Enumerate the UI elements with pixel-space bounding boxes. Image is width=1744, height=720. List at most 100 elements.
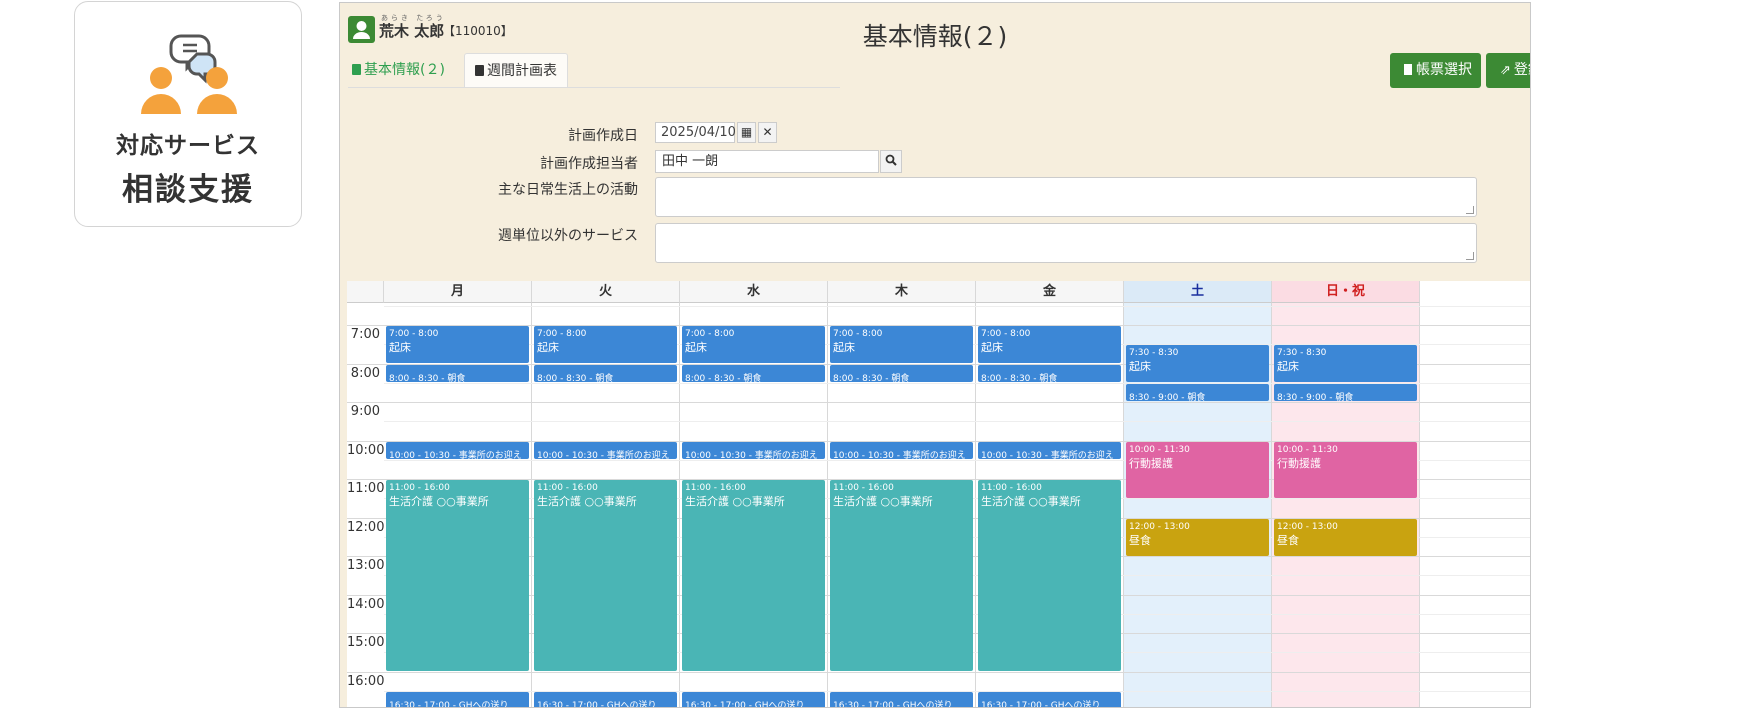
time-label: 14:00	[347, 597, 385, 612]
calendar-event[interactable]: 8:00 - 8:30 - 朝食	[978, 365, 1121, 382]
calendar-event[interactable]: 7:00 - 8:00 起床	[534, 326, 677, 363]
event-label: 8:30 - 9:00 - 朝食	[1129, 393, 1206, 401]
calendar-corner	[347, 281, 384, 303]
calendar-event[interactable]: 10:00 - 11:30 行動援護	[1126, 442, 1269, 498]
event-time: 7:00 - 8:00	[685, 329, 735, 339]
file-icon	[1404, 64, 1412, 75]
event-title: 生活介護 ○○事業所	[981, 495, 1081, 508]
plan-date-input[interactable]: 2025/04/10	[655, 122, 736, 143]
event-time: 11:00 - 16:00	[981, 483, 1042, 493]
calendar-event[interactable]: 8:00 - 8:30 - 朝食	[534, 365, 677, 382]
event-label: 8:00 - 8:30 - 朝食	[389, 374, 466, 382]
external-link-icon: ⇗	[1500, 63, 1511, 78]
calendar-event[interactable]: 16:30 - 17:00 - GHへの送り	[978, 692, 1121, 708]
calendar-event[interactable]: 11:00 - 16:00 生活介護 ○○事業所	[682, 480, 825, 671]
event-title: 生活介護 ○○事業所	[685, 495, 785, 508]
time-label: 8:00	[350, 366, 380, 381]
calendar-event[interactable]: 8:30 - 9:00 - 朝食	[1274, 384, 1417, 401]
time-label: 9:00	[350, 404, 380, 419]
event-label: 16:30 - 17:00 - GHへの送り	[981, 701, 1101, 708]
calendar-event[interactable]: 10:00 - 10:30 - 事業所のお迎え	[830, 442, 973, 459]
time-label: 12:00	[347, 520, 385, 535]
time-label: 13:00	[347, 558, 385, 573]
user-name: あらき たろう 荒木 太郎	[379, 14, 446, 40]
non-weekly-service-textarea[interactable]	[655, 223, 1477, 263]
grid-line	[347, 402, 1530, 403]
time-label: 10:00	[347, 443, 385, 458]
calendar-event[interactable]: 11:00 - 16:00 生活介護 ○○事業所	[978, 480, 1121, 671]
calendar-event[interactable]: 16:30 - 17:00 - GHへの送り	[386, 692, 529, 708]
calendar-event[interactable]: 7:00 - 8:00 起床	[682, 326, 825, 363]
calendar-event[interactable]: 11:00 - 16:00 生活介護 ○○事業所	[534, 480, 677, 671]
weekly-calendar: 月火水木金土日・祝 7:00 8:00 9:00 10:00 11:00 12:00 13:0…	[347, 281, 1530, 708]
event-title: 昼食	[1277, 534, 1299, 547]
calendar-event[interactable]: 8:00 - 8:30 - 朝食	[386, 365, 529, 382]
event-label: 10:00 - 10:30 - 事業所のお迎え	[685, 451, 818, 459]
plan-date-label: 計画作成日	[568, 128, 638, 144]
calendar-event[interactable]: 16:30 - 17:00 - GHへの送り	[682, 692, 825, 708]
calendar-event[interactable]: 10:00 - 10:30 - 事業所のお迎え	[534, 442, 677, 459]
event-title: 起床	[389, 341, 411, 354]
calendar-event[interactable]: 16:30 - 17:00 - GHへの送り	[830, 692, 973, 708]
event-time: 7:00 - 8:00	[537, 329, 587, 339]
event-label: 16:30 - 17:00 - GHへの送り	[833, 701, 953, 708]
day-header: 水	[680, 281, 828, 303]
calendar-event[interactable]: 8:00 - 8:30 - 朝食	[830, 365, 973, 382]
tab-weekly-plan[interactable]: 週間計画表	[464, 53, 568, 87]
calendar-event[interactable]: 7:00 - 8:00 起床	[978, 326, 1121, 363]
calendar-event[interactable]: 12:00 - 13:00 昼食	[1274, 519, 1417, 556]
event-label: 8:00 - 8:30 - 朝食	[981, 374, 1058, 382]
user-id: 【110010】	[443, 24, 513, 38]
event-label: 10:00 - 10:30 - 事業所のお迎え	[389, 451, 522, 459]
non-weekly-service-label: 週単位以外のサービス	[498, 228, 638, 244]
tab-basic-info-2[interactable]: 基本情報(２)	[352, 53, 462, 87]
event-title: 昼食	[1129, 534, 1151, 547]
calendar-event[interactable]: 7:00 - 8:00 起床	[386, 326, 529, 363]
report-select-button[interactable]: 帳票選択	[1390, 53, 1481, 88]
event-label: 8:30 - 9:00 - 朝食	[1277, 393, 1354, 401]
daily-activity-textarea[interactable]	[655, 177, 1477, 217]
calendar-event[interactable]: 10:00 - 10:30 - 事業所のお迎え	[386, 442, 529, 459]
register-button[interactable]: ⇗登録	[1486, 53, 1530, 88]
event-time: 10:00 - 11:30	[1277, 445, 1338, 455]
event-label: 8:00 - 8:30 - 朝食	[833, 374, 910, 382]
calendar-event[interactable]: 7:30 - 8:30 起床	[1126, 345, 1269, 382]
event-title: 行動援護	[1277, 457, 1321, 470]
calendar-event[interactable]: 10:00 - 10:30 - 事業所のお迎え	[682, 442, 825, 459]
document-icon	[352, 64, 361, 75]
calendar-icon[interactable]: ▦	[737, 122, 756, 143]
clear-date-icon[interactable]: ✕	[758, 122, 777, 143]
event-title: 起床	[1277, 360, 1299, 373]
event-time: 11:00 - 16:00	[685, 483, 746, 493]
event-label: 8:00 - 8:30 - 朝食	[685, 374, 762, 382]
event-label: 16:30 - 17:00 - GHへの送り	[685, 701, 805, 708]
event-time: 11:00 - 16:00	[389, 483, 450, 493]
day-header: 月	[384, 281, 532, 303]
time-label: 7:00	[350, 327, 380, 342]
event-label: 10:00 - 10:30 - 事業所のお迎え	[981, 451, 1114, 459]
calendar-event[interactable]: 8:00 - 8:30 - 朝食	[682, 365, 825, 382]
event-time: 7:00 - 8:00	[981, 329, 1031, 339]
plan-person-input[interactable]: 田中 一朗	[655, 150, 879, 173]
event-title: 起床	[537, 341, 559, 354]
calendar-event[interactable]: 7:00 - 8:00 起床	[830, 326, 973, 363]
calendar-event[interactable]: 11:00 - 16:00 生活介護 ○○事業所	[830, 480, 973, 671]
event-time: 12:00 - 13:00	[1129, 522, 1190, 532]
calendar-event[interactable]: 10:00 - 10:30 - 事業所のお迎え	[978, 442, 1121, 459]
calendar-event[interactable]: 12:00 - 13:00 昼食	[1126, 519, 1269, 556]
event-title: 起床	[981, 341, 1003, 354]
calendar-event[interactable]: 11:00 - 16:00 生活介護 ○○事業所	[386, 480, 529, 671]
event-time: 10:00 - 11:30	[1129, 445, 1190, 455]
tab-bar: 基本情報(２) 週間計画表	[348, 53, 840, 88]
service-card-subtitle: 対応サービス	[116, 133, 260, 159]
calendar-event[interactable]: 7:30 - 8:30 起床	[1274, 345, 1417, 382]
calendar-event[interactable]: 16:30 - 17:00 - GHへの送り	[534, 692, 677, 707]
event-time: 7:00 - 8:00	[833, 329, 883, 339]
event-label: 16:30 - 17:00 - GHへの送り	[389, 701, 509, 708]
event-time: 11:00 - 16:00	[833, 483, 894, 493]
event-title: 生活介護 ○○事業所	[537, 495, 637, 508]
calendar-event[interactable]: 8:30 - 9:00 - 朝食	[1126, 384, 1269, 401]
service-card: 対応サービス 相談支援	[74, 1, 302, 227]
calendar-event[interactable]: 10:00 - 11:30 行動援護	[1274, 442, 1417, 498]
search-icon[interactable]	[880, 150, 902, 173]
